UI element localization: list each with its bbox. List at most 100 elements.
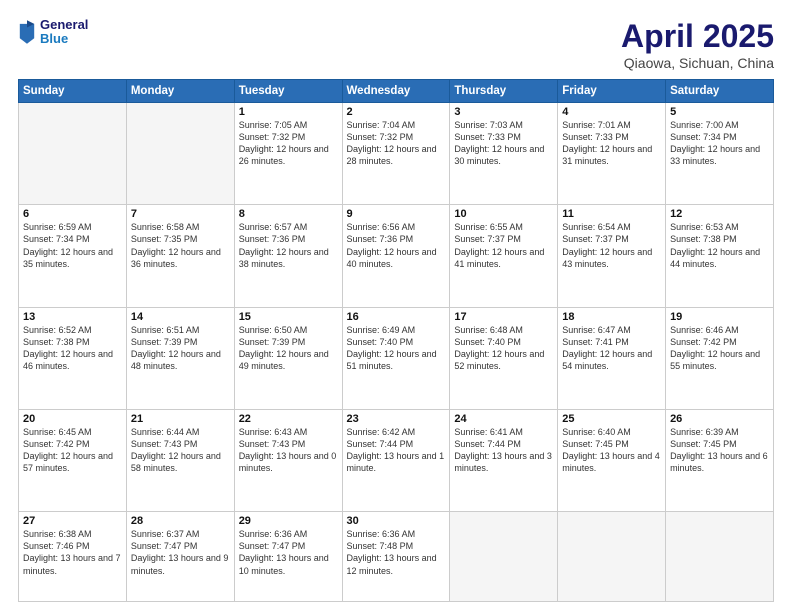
- logo-line2: Blue: [40, 32, 88, 46]
- weekday-header-saturday: Saturday: [666, 80, 774, 103]
- day-info: Sunrise: 6:53 AM Sunset: 7:38 PM Dayligh…: [670, 221, 769, 270]
- header: General Blue April 2025 Qiaowa, Sichuan,…: [18, 18, 774, 71]
- day-number: 19: [670, 311, 769, 323]
- calendar-cell: 27Sunrise: 6:38 AM Sunset: 7:46 PM Dayli…: [19, 512, 127, 602]
- day-info: Sunrise: 6:37 AM Sunset: 7:47 PM Dayligh…: [131, 528, 230, 577]
- week-row-2: 13Sunrise: 6:52 AM Sunset: 7:38 PM Dayli…: [19, 307, 774, 409]
- title-month: April 2025: [621, 18, 774, 55]
- day-number: 7: [131, 208, 230, 220]
- day-info: Sunrise: 6:36 AM Sunset: 7:48 PM Dayligh…: [347, 528, 446, 577]
- day-info: Sunrise: 7:04 AM Sunset: 7:32 PM Dayligh…: [347, 119, 446, 168]
- calendar-cell: 8Sunrise: 6:57 AM Sunset: 7:36 PM Daylig…: [234, 205, 342, 307]
- title-area: April 2025 Qiaowa, Sichuan, China: [621, 18, 774, 71]
- day-info: Sunrise: 6:45 AM Sunset: 7:42 PM Dayligh…: [23, 426, 122, 475]
- calendar-cell: 24Sunrise: 6:41 AM Sunset: 7:44 PM Dayli…: [450, 409, 558, 511]
- calendar-cell: 10Sunrise: 6:55 AM Sunset: 7:37 PM Dayli…: [450, 205, 558, 307]
- day-number: 2: [347, 106, 446, 118]
- calendar-cell: 13Sunrise: 6:52 AM Sunset: 7:38 PM Dayli…: [19, 307, 127, 409]
- calendar-cell: 17Sunrise: 6:48 AM Sunset: 7:40 PM Dayli…: [450, 307, 558, 409]
- week-row-4: 27Sunrise: 6:38 AM Sunset: 7:46 PM Dayli…: [19, 512, 774, 602]
- day-number: 18: [562, 311, 661, 323]
- day-info: Sunrise: 6:47 AM Sunset: 7:41 PM Dayligh…: [562, 324, 661, 373]
- weekday-header-thursday: Thursday: [450, 80, 558, 103]
- calendar-cell: 9Sunrise: 6:56 AM Sunset: 7:36 PM Daylig…: [342, 205, 450, 307]
- calendar-cell: 28Sunrise: 6:37 AM Sunset: 7:47 PM Dayli…: [126, 512, 234, 602]
- calendar-cell: 30Sunrise: 6:36 AM Sunset: 7:48 PM Dayli…: [342, 512, 450, 602]
- calendar-cell: 3Sunrise: 7:03 AM Sunset: 7:33 PM Daylig…: [450, 103, 558, 205]
- logo-line1: General: [40, 18, 88, 32]
- calendar-cell: 22Sunrise: 6:43 AM Sunset: 7:43 PM Dayli…: [234, 409, 342, 511]
- day-info: Sunrise: 6:38 AM Sunset: 7:46 PM Dayligh…: [23, 528, 122, 577]
- day-info: Sunrise: 6:43 AM Sunset: 7:43 PM Dayligh…: [239, 426, 338, 475]
- day-number: 27: [23, 515, 122, 527]
- weekday-header-wednesday: Wednesday: [342, 80, 450, 103]
- day-info: Sunrise: 6:44 AM Sunset: 7:43 PM Dayligh…: [131, 426, 230, 475]
- day-number: 24: [454, 413, 553, 425]
- calendar-cell: 15Sunrise: 6:50 AM Sunset: 7:39 PM Dayli…: [234, 307, 342, 409]
- day-number: 25: [562, 413, 661, 425]
- calendar-cell: 1Sunrise: 7:05 AM Sunset: 7:32 PM Daylig…: [234, 103, 342, 205]
- day-number: 17: [454, 311, 553, 323]
- logo-icon: [18, 20, 36, 44]
- day-number: 4: [562, 106, 661, 118]
- calendar-cell: 11Sunrise: 6:54 AM Sunset: 7:37 PM Dayli…: [558, 205, 666, 307]
- day-number: 1: [239, 106, 338, 118]
- calendar-cell: 4Sunrise: 7:01 AM Sunset: 7:33 PM Daylig…: [558, 103, 666, 205]
- day-info: Sunrise: 6:42 AM Sunset: 7:44 PM Dayligh…: [347, 426, 446, 475]
- day-info: Sunrise: 6:56 AM Sunset: 7:36 PM Dayligh…: [347, 221, 446, 270]
- day-info: Sunrise: 6:36 AM Sunset: 7:47 PM Dayligh…: [239, 528, 338, 577]
- weekday-header-monday: Monday: [126, 80, 234, 103]
- calendar-cell: [558, 512, 666, 602]
- day-number: 5: [670, 106, 769, 118]
- calendar-cell: 2Sunrise: 7:04 AM Sunset: 7:32 PM Daylig…: [342, 103, 450, 205]
- day-info: Sunrise: 7:05 AM Sunset: 7:32 PM Dayligh…: [239, 119, 338, 168]
- calendar-cell: 6Sunrise: 6:59 AM Sunset: 7:34 PM Daylig…: [19, 205, 127, 307]
- weekday-header-friday: Friday: [558, 80, 666, 103]
- day-info: Sunrise: 6:49 AM Sunset: 7:40 PM Dayligh…: [347, 324, 446, 373]
- day-info: Sunrise: 6:46 AM Sunset: 7:42 PM Dayligh…: [670, 324, 769, 373]
- day-number: 20: [23, 413, 122, 425]
- day-info: Sunrise: 6:58 AM Sunset: 7:35 PM Dayligh…: [131, 221, 230, 270]
- calendar-cell: 7Sunrise: 6:58 AM Sunset: 7:35 PM Daylig…: [126, 205, 234, 307]
- day-info: Sunrise: 6:41 AM Sunset: 7:44 PM Dayligh…: [454, 426, 553, 475]
- title-location: Qiaowa, Sichuan, China: [621, 55, 774, 71]
- calendar-cell: [126, 103, 234, 205]
- day-info: Sunrise: 6:48 AM Sunset: 7:40 PM Dayligh…: [454, 324, 553, 373]
- calendar-cell: 18Sunrise: 6:47 AM Sunset: 7:41 PM Dayli…: [558, 307, 666, 409]
- day-number: 28: [131, 515, 230, 527]
- day-number: 11: [562, 208, 661, 220]
- day-info: Sunrise: 6:40 AM Sunset: 7:45 PM Dayligh…: [562, 426, 661, 475]
- week-row-3: 20Sunrise: 6:45 AM Sunset: 7:42 PM Dayli…: [19, 409, 774, 511]
- calendar-cell: 26Sunrise: 6:39 AM Sunset: 7:45 PM Dayli…: [666, 409, 774, 511]
- day-number: 22: [239, 413, 338, 425]
- day-info: Sunrise: 6:59 AM Sunset: 7:34 PM Dayligh…: [23, 221, 122, 270]
- day-number: 16: [347, 311, 446, 323]
- day-number: 10: [454, 208, 553, 220]
- day-number: 15: [239, 311, 338, 323]
- day-info: Sunrise: 6:54 AM Sunset: 7:37 PM Dayligh…: [562, 221, 661, 270]
- weekday-header-row: SundayMondayTuesdayWednesdayThursdayFrid…: [19, 80, 774, 103]
- day-info: Sunrise: 6:51 AM Sunset: 7:39 PM Dayligh…: [131, 324, 230, 373]
- day-info: Sunrise: 6:50 AM Sunset: 7:39 PM Dayligh…: [239, 324, 338, 373]
- day-number: 26: [670, 413, 769, 425]
- calendar-cell: [450, 512, 558, 602]
- logo-text: General Blue: [40, 18, 88, 47]
- day-number: 9: [347, 208, 446, 220]
- calendar-table: SundayMondayTuesdayWednesdayThursdayFrid…: [18, 79, 774, 602]
- day-number: 13: [23, 311, 122, 323]
- day-info: Sunrise: 6:57 AM Sunset: 7:36 PM Dayligh…: [239, 221, 338, 270]
- day-info: Sunrise: 6:52 AM Sunset: 7:38 PM Dayligh…: [23, 324, 122, 373]
- logo: General Blue: [18, 18, 88, 47]
- calendar-cell: 23Sunrise: 6:42 AM Sunset: 7:44 PM Dayli…: [342, 409, 450, 511]
- calendar-cell: 16Sunrise: 6:49 AM Sunset: 7:40 PM Dayli…: [342, 307, 450, 409]
- day-number: 6: [23, 208, 122, 220]
- calendar-cell: 12Sunrise: 6:53 AM Sunset: 7:38 PM Dayli…: [666, 205, 774, 307]
- calendar-cell: [666, 512, 774, 602]
- calendar-cell: 14Sunrise: 6:51 AM Sunset: 7:39 PM Dayli…: [126, 307, 234, 409]
- calendar-cell: 25Sunrise: 6:40 AM Sunset: 7:45 PM Dayli…: [558, 409, 666, 511]
- calendar-cell: [19, 103, 127, 205]
- day-number: 3: [454, 106, 553, 118]
- calendar-cell: 20Sunrise: 6:45 AM Sunset: 7:42 PM Dayli…: [19, 409, 127, 511]
- weekday-header-tuesday: Tuesday: [234, 80, 342, 103]
- week-row-1: 6Sunrise: 6:59 AM Sunset: 7:34 PM Daylig…: [19, 205, 774, 307]
